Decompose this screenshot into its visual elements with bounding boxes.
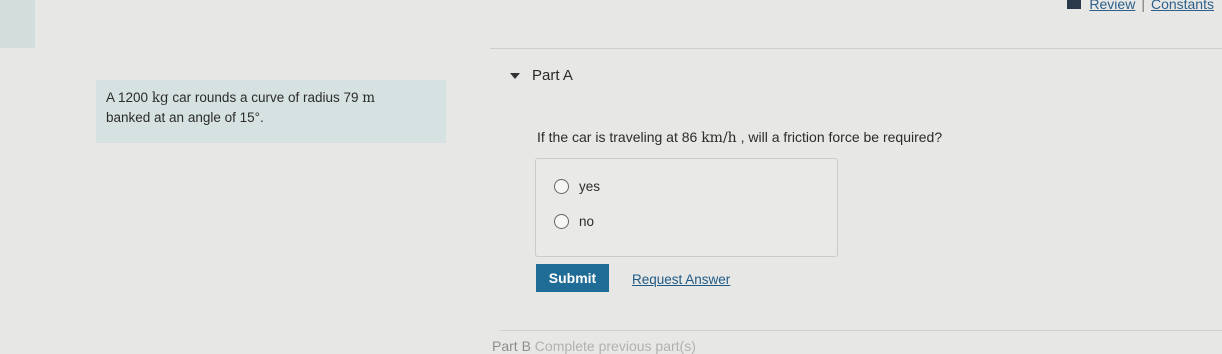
radio-button[interactable] bbox=[554, 214, 569, 229]
top-divider bbox=[490, 48, 1222, 49]
problem-line-1: A 1200 kg car rounds a curve of radius 7… bbox=[106, 90, 376, 106]
bottom-divider bbox=[500, 330, 1222, 331]
book-icon bbox=[1067, 0, 1082, 9]
review-link[interactable]: Review bbox=[1089, 0, 1135, 12]
part-b-header: Part B Complete previous part(s) bbox=[492, 338, 696, 354]
constants-link[interactable]: Constants bbox=[1151, 0, 1214, 12]
part-a-question: If the car is traveling at 86 km/h , wil… bbox=[537, 129, 943, 146]
radio-button[interactable] bbox=[554, 179, 569, 194]
part-a-title: Part A bbox=[532, 67, 573, 84]
collapse-triangle-icon[interactable] bbox=[510, 72, 520, 79]
left-panel-tab bbox=[0, 0, 35, 48]
problem-statement: A 1200 kg car rounds a curve of radius 7… bbox=[96, 80, 446, 143]
problem-line-2: banked at an angle of 15°. bbox=[106, 110, 264, 125]
request-answer-link[interactable]: Request Answer bbox=[632, 272, 730, 287]
submit-button[interactable]: Submit bbox=[536, 264, 609, 292]
top-toolbar: Review | Constants bbox=[1067, 0, 1214, 12]
option-yes[interactable]: yes bbox=[554, 179, 600, 194]
answer-options: yes no bbox=[535, 158, 838, 257]
toolbar-separator: | bbox=[1141, 0, 1145, 12]
part-b-status: Complete previous part(s) bbox=[534, 338, 696, 354]
option-label: yes bbox=[579, 179, 601, 194]
option-label: no bbox=[579, 214, 595, 229]
option-no[interactable]: no bbox=[554, 214, 594, 229]
part-b-title: Part B bbox=[492, 338, 531, 354]
part-a-header[interactable]: Part A bbox=[510, 67, 573, 84]
